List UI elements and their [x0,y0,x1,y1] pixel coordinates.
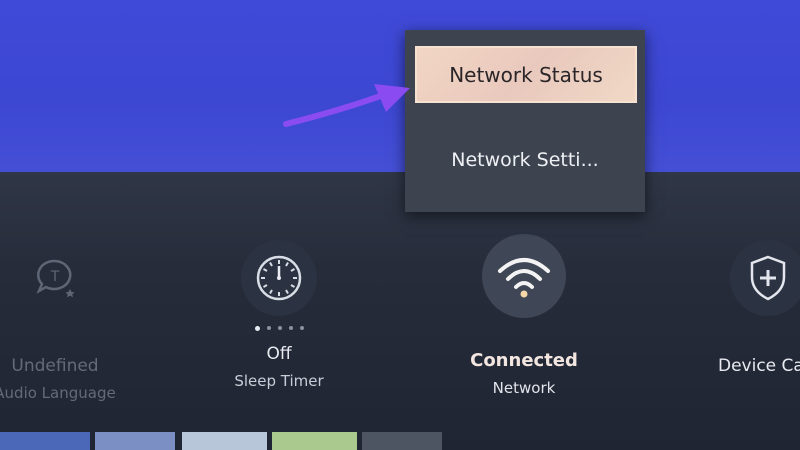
tile-value: Undefined [11,356,99,376]
tile-sleep-timer[interactable]: Off Sleep Timer [189,240,369,390]
tile-value: Off [266,344,292,364]
tile-caption: Network [492,379,556,397]
tile-audio-language[interactable]: T Undefined Audio Language [0,240,145,402]
tile-caption: Audio Language [0,384,116,402]
chat-t-icon: T [17,240,93,316]
wifi-icon [482,234,566,318]
quick-settings-row: T Undefined Audio Language Off Sleep Tim… [0,234,800,410]
thumbnail[interactable] [272,432,357,450]
thumbnail[interactable] [0,432,90,450]
pointer-arrow-icon [283,84,410,127]
menu-item-network-status[interactable]: Network Status [415,46,637,103]
tile-device-care[interactable]: Device Car [678,240,800,384]
tile-value: Connected [470,350,578,371]
thumbnail[interactable] [182,432,267,450]
network-context-menu: Network Status Network Setti... [405,30,645,212]
tile-caption: Sleep Timer [234,372,324,390]
tile-value: Device Car [718,356,800,376]
shield-plus-icon [730,240,800,316]
page-dots [189,326,369,332]
thumbnail[interactable] [95,432,175,450]
tile-network[interactable]: Connected Network [434,234,614,397]
menu-item-network-settings[interactable]: Network Setti... [405,140,645,180]
thumbnail-strip [0,432,800,450]
thumbnail[interactable] [362,432,442,450]
svg-text:T: T [50,269,60,285]
clock-icon [241,240,317,316]
